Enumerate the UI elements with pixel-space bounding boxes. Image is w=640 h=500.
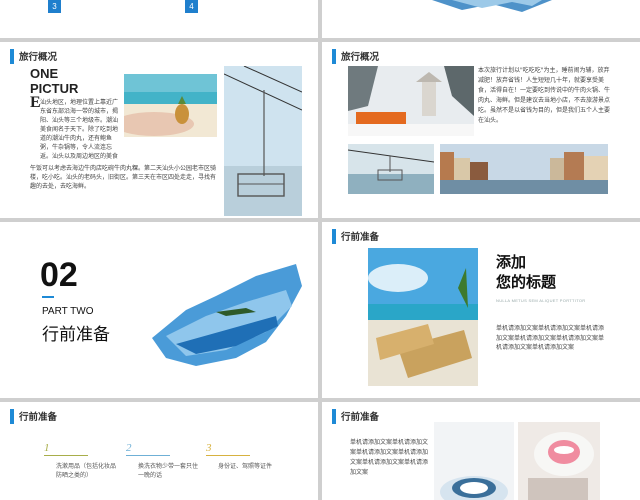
slide-08-preparation[interactable]: 行前准备 单机请添加文案单机请添加文案单机请添加文案单机请添加文案单机请添加文案… bbox=[322, 402, 640, 500]
packing-item-divider bbox=[126, 455, 170, 456]
slide-header: 行前准备 bbox=[332, 408, 379, 424]
body-text: 单机请添加文案单机请添加文案单机请添加文案单机请添加文案单机请添加文案单机请添加… bbox=[496, 325, 605, 351]
slide-header: 行前准备 bbox=[10, 408, 57, 424]
resort-lounge-photo bbox=[368, 248, 478, 386]
slide-05-section-divider[interactable]: 02 PART TWO 行前准备 bbox=[0, 222, 318, 398]
headline-line2: 您的标题 bbox=[496, 273, 557, 291]
packing-item: 3 身份证、驾照等证件 bbox=[206, 442, 278, 471]
slide-07-packing-list[interactable]: 行前准备 1 洗漱用品（包括化妆品防晒之类的） 2 换洗衣物少带一套只住一晚的话 3 身份… bbox=[0, 402, 318, 500]
snow-scene-photo bbox=[348, 66, 474, 136]
paragraph-2: 午饭可以考虑去海边牛肉店吃碗牛肉丸粿。第二天汕头小公园老市区骑楼，吃小吃。汕头的… bbox=[30, 165, 216, 190]
packing-item: 1 洗漱用品（包括化妆品防晒之类的） bbox=[44, 442, 116, 480]
accent-underline bbox=[42, 296, 54, 298]
slide-title: 旅行概况 bbox=[341, 52, 380, 63]
slide-03-travel-overview[interactable]: 旅行概况 ONE PICTUR E 汕头地区，地理位置上靠近广东省东部沿海一带的… bbox=[0, 42, 318, 218]
slide-01-partial[interactable]: 3 4 bbox=[0, 0, 318, 38]
packing-item-number: 2 bbox=[126, 442, 132, 454]
packing-item-number: 3 bbox=[206, 442, 212, 454]
cable-car-photo bbox=[348, 144, 434, 194]
slide-title: 行前准备 bbox=[341, 412, 380, 423]
beach-pineapple-photo bbox=[124, 74, 217, 137]
accent-bar bbox=[10, 48, 14, 64]
headline-line1: 添加 bbox=[496, 253, 527, 271]
slide-04-travel-overview[interactable]: 旅行概况 本次旅行计划以"吃吃吃"为主，睡前闹为辅，放弃减肥！放弃省钱！人生短短… bbox=[322, 42, 640, 218]
accent-bar bbox=[332, 228, 336, 244]
accent-bar bbox=[10, 408, 14, 424]
accent-bar bbox=[332, 48, 336, 64]
big-title-line1: ONE bbox=[30, 66, 59, 81]
number-badge: 4 bbox=[185, 0, 198, 13]
paragraph-1: 汕头地区，地理位置上靠近广东省东部沿海一带的城市，揭阳、汕头等三个地级市。潮汕美… bbox=[40, 99, 119, 160]
packing-item-divider bbox=[206, 455, 250, 456]
packing-item-divider bbox=[44, 455, 88, 456]
slide-header: 行前准备 bbox=[332, 228, 379, 244]
slide-header: 旅行概况 bbox=[10, 48, 57, 64]
accent-bar bbox=[332, 408, 336, 424]
part-label: PART TWO bbox=[42, 306, 94, 317]
packing-item-text: 身份证、驾照等证件 bbox=[218, 463, 273, 470]
pink-hat-photo bbox=[518, 422, 600, 500]
section-title: 行前准备 bbox=[42, 325, 110, 345]
brush-stroke-image bbox=[432, 0, 552, 12]
slide-02-partial[interactable] bbox=[322, 0, 640, 38]
packing-item-text: 洗漱用品（包括化妆品防晒之类的） bbox=[56, 463, 117, 479]
number-badge: 3 bbox=[48, 0, 61, 13]
slide-title: 行前准备 bbox=[341, 232, 380, 243]
cable-chair-photo bbox=[224, 66, 302, 216]
packing-item-text: 换洗衣物少带一套只住一晚的话 bbox=[138, 463, 199, 479]
striped-hat-photo bbox=[434, 422, 514, 500]
slide-header: 旅行概况 bbox=[332, 48, 379, 64]
body-text: 本次旅行计划以"吃吃吃"为主，睡前闹为辅，放弃减肥！放弃省钱！人生短短几十年，就… bbox=[478, 67, 611, 124]
packing-item-number: 1 bbox=[44, 442, 50, 454]
slide-06-preparation[interactable]: 行前准备 添加 您的标题 NULLA METUS SEM ALIQUET POR… bbox=[322, 222, 640, 398]
subtitle: NULLA METUS SEM ALIQUET PORTTITOR bbox=[496, 298, 586, 303]
brush-ocean-image bbox=[152, 264, 302, 366]
body-text: 单机请添加文案单机请添加文案单机请添加文案单机请添加文案单机请添加文案单机请添加… bbox=[350, 439, 429, 476]
slide-title: 旅行概况 bbox=[19, 52, 58, 63]
slide-title: 行前准备 bbox=[19, 412, 58, 423]
packing-item: 2 换洗衣物少带一套只住一晚的话 bbox=[126, 442, 198, 480]
canal-town-photo bbox=[440, 144, 608, 194]
section-number: 02 bbox=[40, 256, 78, 294]
